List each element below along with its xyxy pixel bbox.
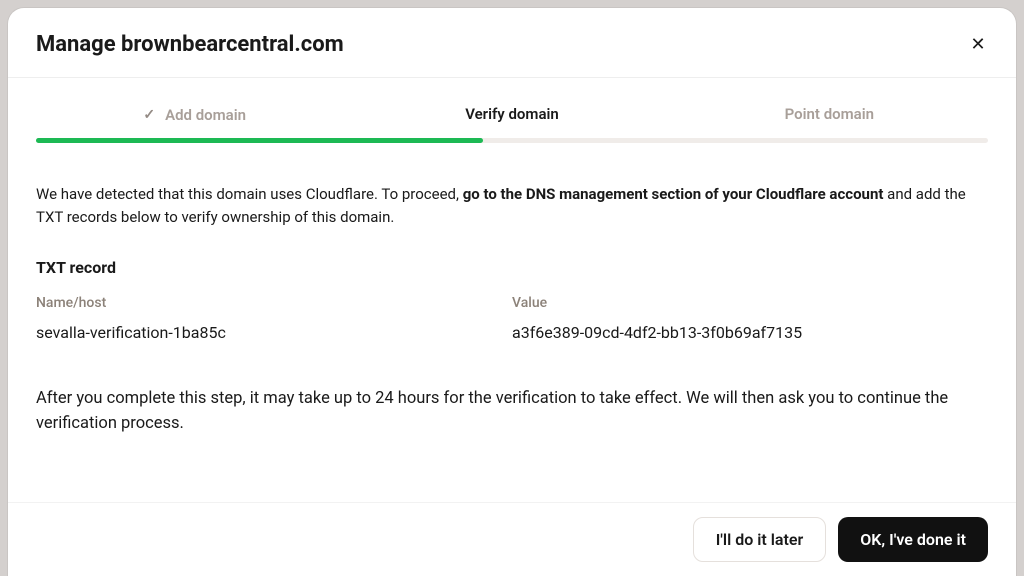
txt-record-heading: TXT record bbox=[36, 258, 988, 277]
instructions-bold: go to the DNS management section of your… bbox=[463, 185, 884, 203]
step-add-domain[interactable]: ✓ Add domain bbox=[36, 104, 353, 138]
record-name-col: Name/host sevalla-verification-1ba85c bbox=[36, 295, 512, 342]
close-icon: ✕ bbox=[970, 34, 985, 55]
step-verify-domain[interactable]: Verify domain bbox=[353, 104, 670, 138]
txt-record-grid: Name/host sevalla-verification-1ba85c Va… bbox=[36, 295, 988, 342]
step-label: ✓ Add domain bbox=[143, 106, 246, 124]
progress-track bbox=[36, 138, 988, 143]
record-value-col: Value a3f6e389-09cd-4df2-bb13-3f0b69af71… bbox=[512, 295, 988, 342]
modal-header: Manage brownbearcentral.com ✕ bbox=[8, 8, 1016, 78]
close-button[interactable]: ✕ bbox=[968, 35, 988, 55]
later-button[interactable]: I'll do it later bbox=[693, 517, 827, 562]
step-label: Point domain bbox=[785, 105, 874, 123]
step-point-domain[interactable]: Point domain bbox=[671, 104, 988, 138]
modal-footer: I'll do it later OK, I've done it bbox=[8, 502, 1016, 576]
step-indicator: ✓ Add domain Verify domain Point domain bbox=[36, 104, 988, 138]
record-value-value: a3f6e389-09cd-4df2-bb13-3f0b69af7135 bbox=[512, 323, 988, 342]
record-value-label: Value bbox=[512, 295, 988, 311]
record-name-value: sevalla-verification-1ba85c bbox=[36, 323, 512, 342]
check-icon: ✓ bbox=[143, 107, 155, 123]
step-label: Verify domain bbox=[465, 105, 559, 123]
manage-domain-modal: Manage brownbearcentral.com ✕ ✓ Add doma… bbox=[8, 8, 1016, 576]
step-text: Add domain bbox=[165, 106, 246, 124]
modal-body: ✓ Add domain Verify domain Point domain … bbox=[8, 78, 1016, 502]
record-name-label: Name/host bbox=[36, 295, 512, 311]
instructions-pre: We have detected that this domain uses C… bbox=[36, 185, 463, 203]
instructions-text: We have detected that this domain uses C… bbox=[36, 183, 988, 230]
progress-fill bbox=[36, 138, 483, 143]
modal-title: Manage brownbearcentral.com bbox=[36, 32, 344, 57]
verification-note: After you complete this step, it may tak… bbox=[36, 386, 988, 437]
done-button[interactable]: OK, I've done it bbox=[838, 517, 988, 562]
